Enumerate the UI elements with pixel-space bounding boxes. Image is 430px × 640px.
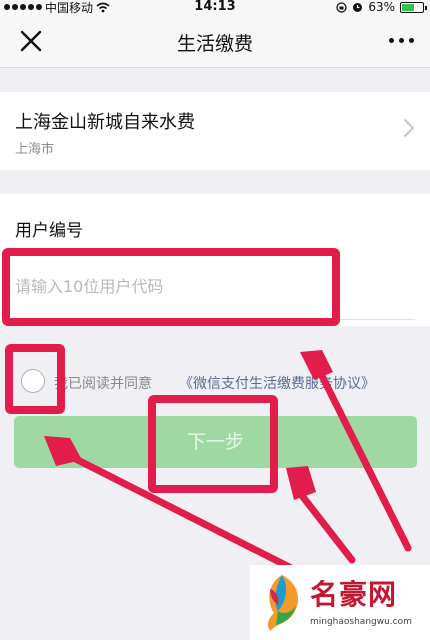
watermark-logo	[267, 575, 298, 631]
rotation-lock-icon	[336, 1, 347, 13]
watermark-name: 名豪网	[310, 578, 398, 611]
highlight-box-input	[2, 248, 340, 326]
battery-icon	[400, 1, 427, 13]
watermark-domain: minghaoshangwu.com	[310, 617, 412, 627]
chevron-right-icon	[403, 118, 415, 138]
agreement-link[interactable]: 《微信支付生活缴费服务协议》	[179, 373, 375, 393]
user-number-label: 用户编号	[15, 221, 83, 241]
status-bar: 中国移动 14:13 63%	[0, 0, 430, 15]
status-right: 63%	[336, 0, 427, 14]
battery-fill	[402, 3, 414, 11]
agreement-text: 我已阅读并同意	[54, 376, 152, 392]
highlight-box-next	[148, 395, 278, 493]
battery-percent: 63%	[368, 0, 395, 14]
biller-selector[interactable]: 上海金山新城自来水费 上海市	[0, 92, 430, 170]
watermark: 名豪网 minghaoshangwu.com	[250, 565, 430, 640]
more-icon[interactable]	[386, 33, 416, 47]
alarm-icon	[353, 2, 363, 12]
highlight-box-checkbox	[5, 344, 65, 414]
biller-city: 上海市	[15, 142, 55, 157]
navbar: 生活缴费	[0, 14, 430, 68]
biller-name: 上海金山新城自来水费	[15, 112, 195, 133]
page-title: 生活缴费	[176, 33, 253, 55]
hand-pointer-icon	[286, 466, 316, 500]
